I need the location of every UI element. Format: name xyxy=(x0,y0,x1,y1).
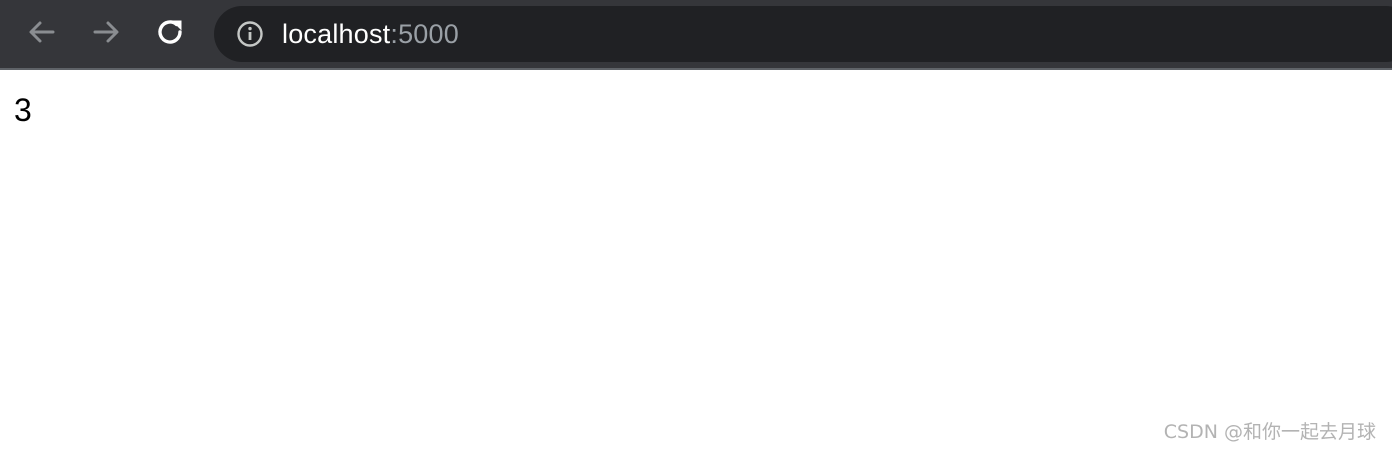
watermark: CSDN @和你一起去月球 xyxy=(1163,421,1376,443)
url-host: localhost xyxy=(282,18,391,49)
back-button[interactable] xyxy=(22,14,62,54)
forward-button[interactable] xyxy=(86,14,126,54)
address-bar[interactable]: localhost:5000 xyxy=(214,6,1392,62)
arrow-right-icon xyxy=(90,16,122,53)
page-body-text: 3 xyxy=(14,92,32,128)
page-content: 3 xyxy=(0,72,1392,452)
arrow-left-icon xyxy=(26,16,58,53)
info-icon[interactable] xyxy=(236,20,264,48)
url-text: localhost:5000 xyxy=(282,19,459,50)
reload-icon xyxy=(154,16,186,53)
browser-toolbar: localhost:5000 xyxy=(0,0,1392,70)
reload-button[interactable] xyxy=(150,14,190,54)
url-port: :5000 xyxy=(390,18,459,49)
